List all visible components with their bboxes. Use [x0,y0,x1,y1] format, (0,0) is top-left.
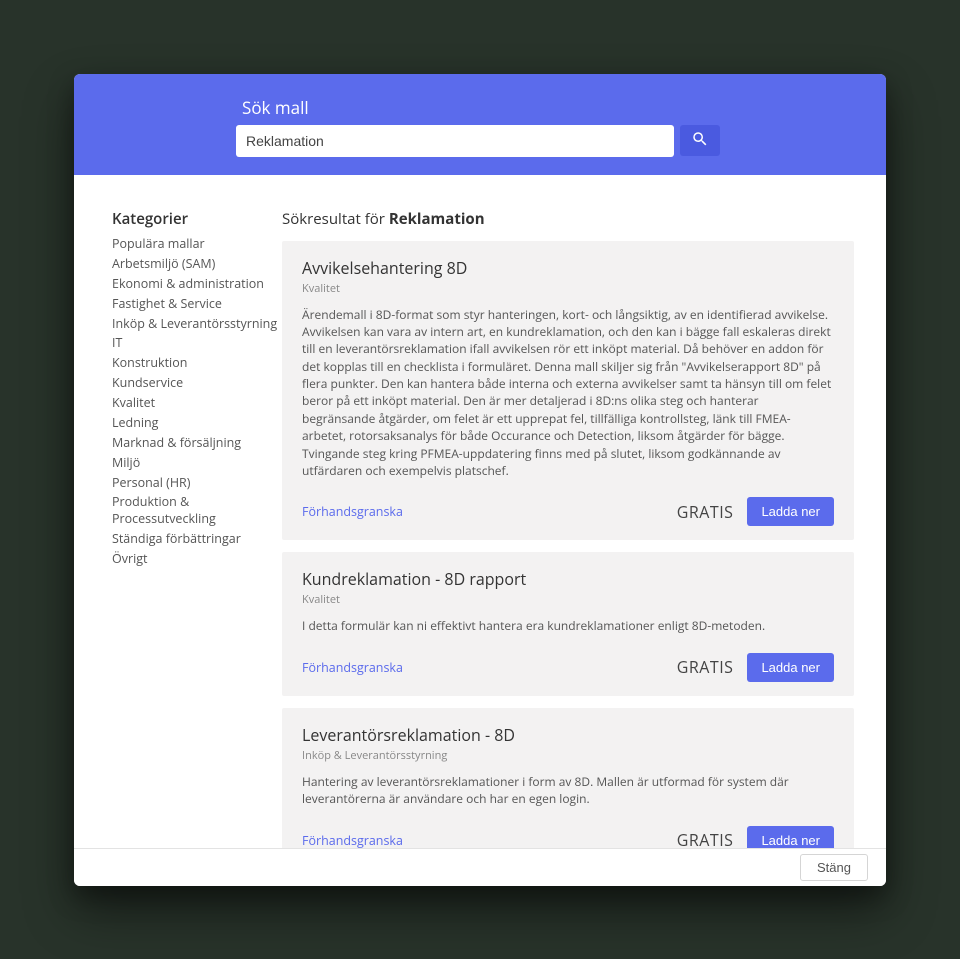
preview-link[interactable]: Förhandsgranska [302,659,403,676]
search-label: Sök mall [236,96,720,119]
download-button[interactable]: Ladda ner [747,826,834,848]
sidebar-category-item[interactable]: Ständiga förbättringar [112,530,282,550]
template-search-modal: Sök mall Kategorier Populära mallarArbet… [74,74,886,886]
result-footer: Förhandsgranska GRATIS Ladda ner [302,497,834,526]
sidebar-category-item[interactable]: Kundservice [112,374,282,394]
search-header: Sök mall [74,74,886,175]
results-list[interactable]: Avvikelsehantering 8D Kvalitet Ärendemall … [282,241,858,848]
result-title: Kundreklamation - 8D rapport [302,568,834,590]
modal-footer: Stäng [74,848,886,886]
result-footer: Förhandsgranska GRATIS Ladda ner [302,826,834,848]
results-heading-prefix: Sökresultat för [282,209,389,229]
result-description: I detta formulär kan ni effektivt hanter… [302,617,834,634]
result-description: Ärendemall i 8D-format som styr hanterin… [302,306,834,480]
sidebar-title: Kategorier [112,209,282,229]
price-label: GRATIS [677,501,734,523]
sidebar-category-item[interactable]: Ekonomi & administration [112,274,282,294]
sidebar-category-item[interactable]: Marknad & försäljning [112,433,282,453]
sidebar-category-item[interactable]: Konstruktion [112,354,282,374]
search-icon [691,130,709,151]
result-card: Leverantörsreklamation - 8D Inköp & Lever… [282,708,854,848]
download-button[interactable]: Ladda ner [747,653,834,682]
price-label: GRATIS [677,829,734,847]
result-title: Avvikelsehantering 8D [302,257,834,279]
result-footer: Förhandsgranska GRATIS Ladda ner [302,653,834,682]
preview-link[interactable]: Förhandsgranska [302,832,403,848]
search-input[interactable] [236,125,674,157]
results-main: Sökresultat för Reklamation Avvikelsehan… [282,209,858,848]
sidebar-category-item[interactable]: IT [112,334,282,354]
results-heading-term: Reklamation [389,209,485,229]
sidebar-category-item[interactable]: Kvalitet [112,394,282,414]
preview-link[interactable]: Förhandsgranska [302,503,403,520]
results-heading: Sökresultat för Reklamation [282,209,858,229]
sidebar-category-item[interactable]: Ledning [112,413,282,433]
result-category: Kvalitet [302,281,834,296]
result-title: Leverantörsreklamation - 8D [302,724,834,746]
sidebar-category-item[interactable]: Inköp & Leverantörsstyrning [112,314,282,334]
result-category: Kvalitet [302,592,834,607]
result-card: Avvikelsehantering 8D Kvalitet Ärendemall … [282,241,854,541]
sidebar-category-item[interactable]: Personal (HR) [112,473,282,493]
sidebar-category-item[interactable]: Fastighet & Service [112,294,282,314]
close-button[interactable]: Stäng [800,854,868,881]
sidebar-category-item[interactable]: Populära mallar [112,235,282,255]
price-label: GRATIS [677,656,734,678]
sidebar-category-item[interactable]: Arbetsmiljö (SAM) [112,254,282,274]
download-button[interactable]: Ladda ner [747,497,834,526]
search-button[interactable] [680,125,720,156]
result-card: Kundreklamation - 8D rapport Kvalitet I de… [282,552,854,695]
category-sidebar: Kategorier Populära mallarArbetsmiljö (S… [112,209,282,848]
result-description: Hantering av leverantörsreklamationer i … [302,773,834,808]
sidebar-category-item[interactable]: Miljö [112,453,282,473]
result-category: Inköp & Leverantörsstyrning [302,748,834,763]
sidebar-category-item[interactable]: Produktion & Processutveckling [112,493,282,530]
sidebar-category-item[interactable]: Övrigt [112,550,282,570]
